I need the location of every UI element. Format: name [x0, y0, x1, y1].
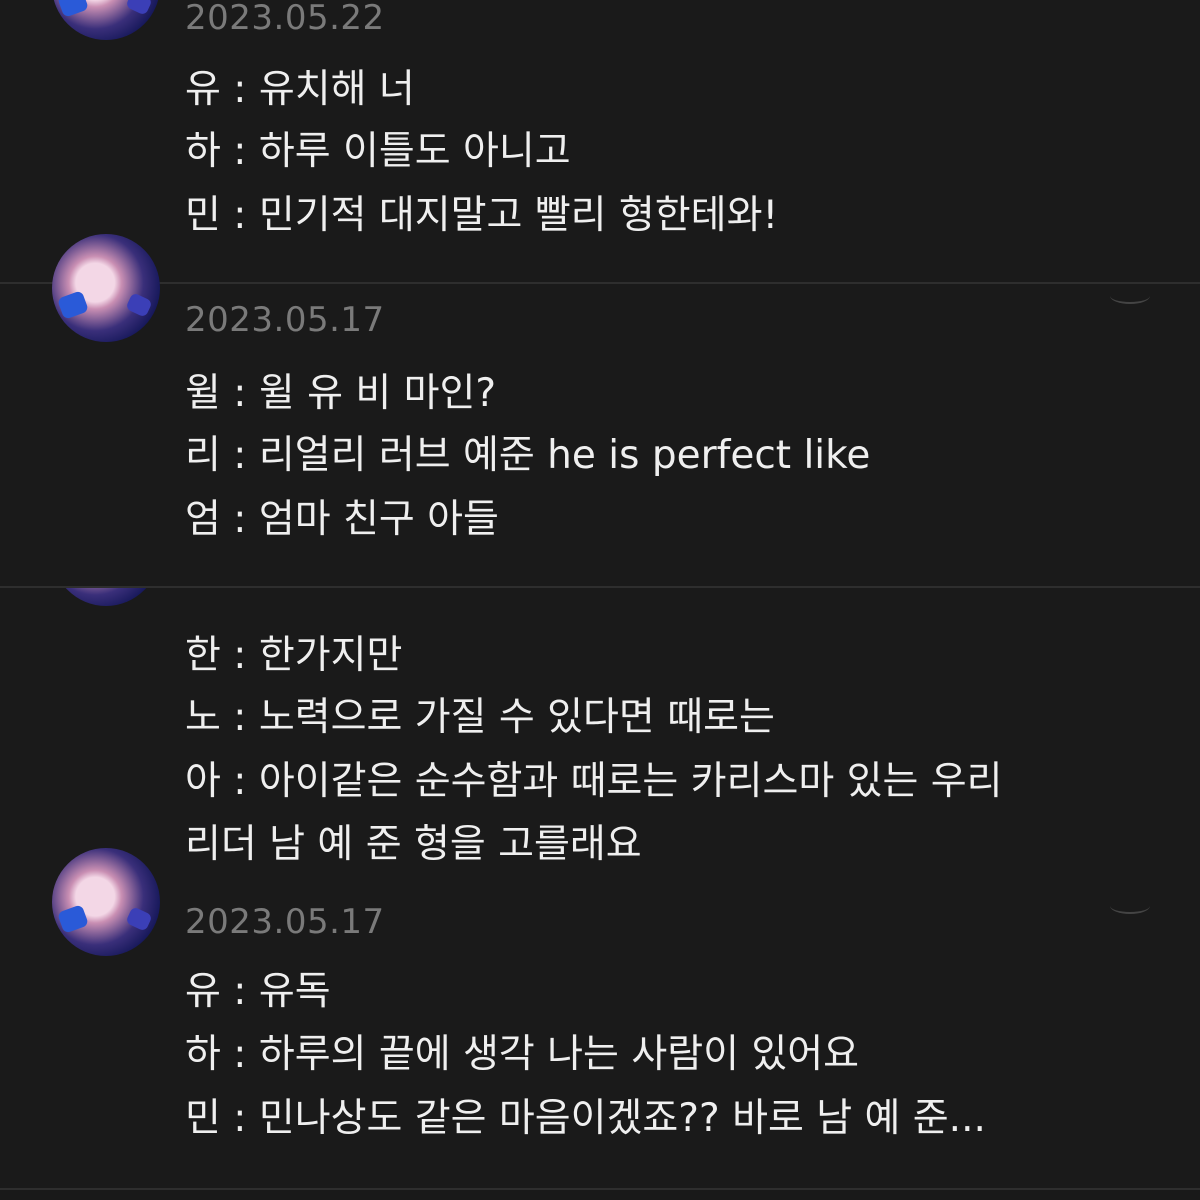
comment-line: 하 : 하루의 끝에 생각 나는 사람이 있어요	[185, 1032, 859, 1077]
comment-line: 리더 남 예 준 형을 고를래요	[185, 822, 642, 867]
divider	[0, 1188, 1200, 1190]
avatar[interactable]	[52, 588, 160, 606]
comment-line: 민 : 민나상도 같은 마음이겠죠?? 바로 남 예 준...	[185, 1096, 986, 1141]
comment-line: 아 : 아이같은 순수함과 때로는 카리스마 있는 우리	[185, 759, 1003, 804]
comment-line: 윌 : 윌 유 비 마인?	[185, 371, 497, 416]
comment-item: 2023.05.17 윌 : 윌 유 비 마인? 리 : 리얼리 러브 예준 h…	[0, 234, 1200, 586]
comment-date: 2023.05.17	[185, 300, 385, 340]
more-options-icon[interactable]	[1110, 288, 1150, 304]
comment-item: 2023.05.17 유 : 유독 하 : 하루의 끝에 생각 나는 사람이 있…	[0, 848, 1200, 1188]
comment-line: 리 : 리얼리 러브 예준 he is perfect like	[185, 433, 871, 478]
comment-date: 2023.05.17	[185, 902, 385, 942]
avatar[interactable]	[52, 0, 160, 40]
comment-line: 한 : 한가지만	[185, 633, 403, 678]
comment-line: 하 : 하루 이틀도 아니고	[185, 129, 571, 174]
avatar[interactable]	[52, 848, 160, 956]
avatar[interactable]	[52, 234, 160, 342]
comment-date: 2023.05.22	[185, 0, 385, 38]
comment-line: 엄 : 엄마 친구 아들	[185, 497, 499, 542]
comment-line: 노 : 노력으로 가질 수 있다면 때로는	[185, 695, 775, 740]
comment-item: 2023.05.22 유 : 유치해 너 하 : 하루 이틀도 아니고 민 : …	[0, 0, 1200, 282]
comment-line: 유 : 유치해 너	[185, 67, 415, 112]
comment-line: 유 : 유독	[185, 969, 331, 1014]
more-options-icon[interactable]	[1110, 898, 1150, 914]
comment-line: 민 : 민기적 대지말고 빨리 형한테와!	[185, 193, 779, 238]
comment-item: 한 : 한가지만 노 : 노력으로 가질 수 있다면 때로는 아 : 아이같은 …	[0, 588, 1200, 898]
